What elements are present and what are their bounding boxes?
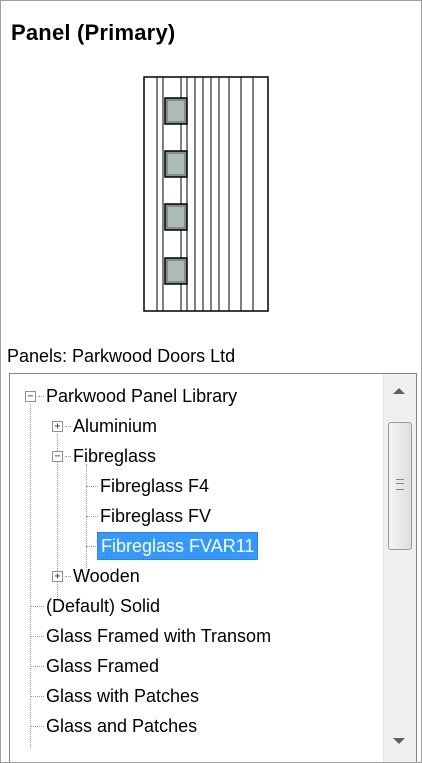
tree-item-fibreglass-f4[interactable]: Fibreglass F4 <box>100 471 209 501</box>
panel-preview-image <box>143 76 269 312</box>
tree-item-cut-off[interactable]: Glass and Patches <box>46 711 197 741</box>
collapse-icon[interactable]: − <box>52 451 63 462</box>
selected-item-label: Fibreglass FVAR11 <box>97 532 259 560</box>
scroll-up-arrow-icon[interactable] <box>393 388 405 394</box>
tree-item-fibreglass[interactable]: Fibreglass <box>73 441 156 471</box>
tree-item-glass-with-patches[interactable]: Glass with Patches <box>46 681 199 711</box>
scroll-down-arrow-icon[interactable] <box>393 738 405 744</box>
panel-tree-view[interactable]: − Parkwood Panel Library + Aluminium − F… <box>9 373 417 762</box>
library-label: Panels: Parkwood Doors Ltd <box>7 346 236 366</box>
tree-item-glass-framed[interactable]: Glass Framed <box>46 651 159 681</box>
panel-selector-window: Panel (Primary) Panels: Parkwood Doors L… <box>0 0 422 763</box>
collapse-icon[interactable]: − <box>25 391 36 402</box>
scrollbar-thumb[interactable] <box>388 422 412 550</box>
tree-item-default-solid[interactable]: (Default) Solid <box>46 591 160 621</box>
tree-item-fibreglass-fvar11[interactable]: Fibreglass FVAR11 <box>97 531 259 561</box>
tree-item-wooden[interactable]: Wooden <box>73 561 140 591</box>
vertical-scrollbar[interactable] <box>383 374 416 762</box>
tree-item-glass-framed-with-transom[interactable]: Glass Framed with Transom <box>46 621 271 651</box>
expand-icon[interactable]: + <box>52 571 63 582</box>
tree-item-parkwood-panel-library[interactable]: Parkwood Panel Library <box>46 381 237 411</box>
expand-icon[interactable]: + <box>52 421 63 432</box>
grip-icon <box>396 479 404 490</box>
tree-item-fibreglass-fv[interactable]: Fibreglass FV <box>100 501 211 531</box>
panel-title: Panel (Primary) <box>11 20 176 45</box>
tree-item-aluminium[interactable]: Aluminium <box>73 411 157 441</box>
